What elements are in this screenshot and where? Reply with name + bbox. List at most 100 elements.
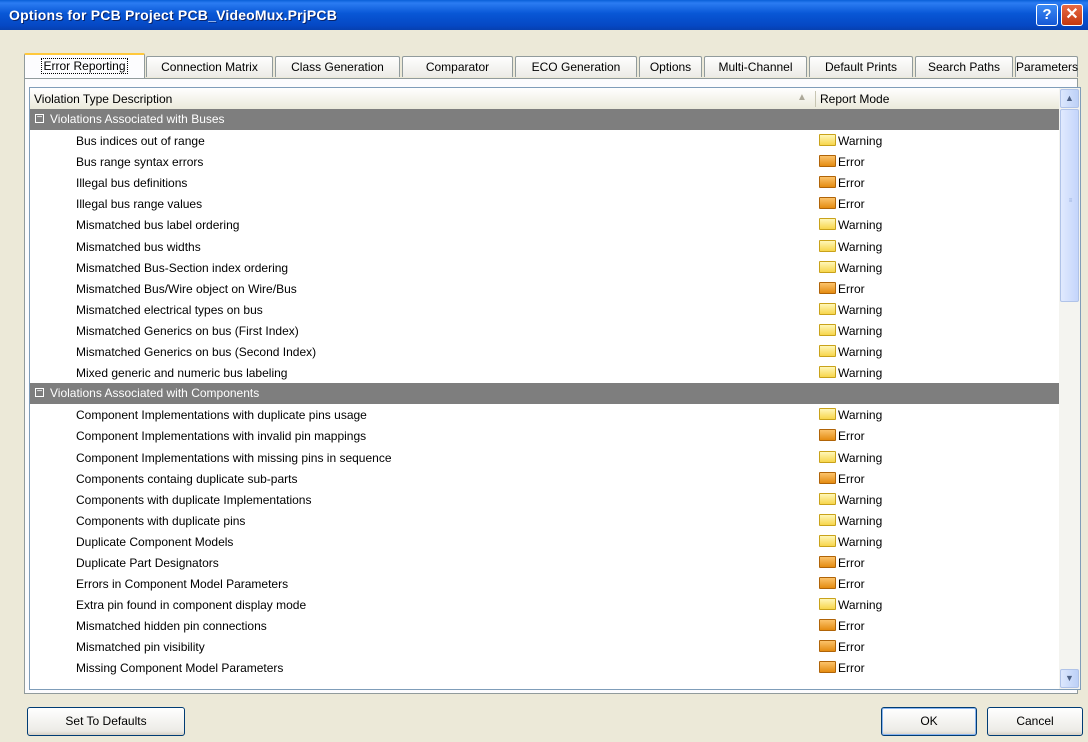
tab-search-paths[interactable]: Search Paths <box>915 56 1013 77</box>
violation-row[interactable]: Mismatched electrical types on bus Warnin… <box>30 299 1059 320</box>
cancel-button[interactable]: Cancel <box>987 707 1083 736</box>
scroll-down-button[interactable]: ▼ <box>1060 669 1079 688</box>
report-mode-cell[interactable]: Warning <box>819 450 882 465</box>
ok-button[interactable]: OK <box>881 707 977 736</box>
violation-row[interactable]: Missing Component Model Parameters Error <box>30 657 1059 678</box>
violation-row[interactable]: Component Implementations with missing p… <box>30 447 1059 468</box>
scroll-up-button[interactable]: ▲ <box>1060 89 1079 108</box>
tab-options[interactable]: Options <box>639 56 702 77</box>
tab-eco-generation[interactable]: ECO Generation <box>515 56 637 77</box>
tab-label: Comparator <box>425 60 490 74</box>
violation-row[interactable]: Illegal bus definitions Error <box>30 172 1059 193</box>
column-divider[interactable] <box>815 91 816 107</box>
violation-description: Component Implementations with duplicate… <box>76 408 367 423</box>
column-header-report-mode[interactable]: Report Mode <box>820 92 889 106</box>
tab-connection-matrix[interactable]: Connection Matrix <box>146 56 273 77</box>
folder-icon <box>819 281 836 294</box>
violation-row[interactable]: Mismatched Bus/Wire object on Wire/Bus Er… <box>30 278 1059 299</box>
folder-icon <box>819 197 836 210</box>
violation-row[interactable]: Bus indices out of range Warning <box>30 130 1059 151</box>
violation-row[interactable]: Errors in Component Model Parameters Erro… <box>30 573 1059 594</box>
scroll-thumb[interactable]: ≡ <box>1060 109 1079 302</box>
report-mode-cell[interactable]: Warning <box>819 534 882 549</box>
close-button[interactable]: ✕ <box>1061 4 1083 26</box>
vertical-scrollbar[interactable]: ▲ ≡ ▼ <box>1059 88 1080 689</box>
violation-description: Mismatched bus widths <box>76 239 201 254</box>
folder-icon <box>819 345 836 358</box>
report-mode-label: Error <box>838 640 865 655</box>
violation-description: Missing Component Model Parameters <box>76 661 284 676</box>
violation-row[interactable]: Duplicate Component Models Warning <box>30 531 1059 552</box>
violation-row[interactable]: Mismatched bus widths Warning <box>30 236 1059 257</box>
violation-row[interactable]: Mismatched pin visibility Error <box>30 636 1059 657</box>
report-mode-cell[interactable]: Warning <box>819 302 882 317</box>
help-button[interactable]: ? <box>1036 4 1058 26</box>
folder-icon <box>819 577 836 590</box>
report-mode-cell[interactable]: Error <box>819 197 865 211</box>
folder-icon <box>819 408 836 421</box>
violation-row[interactable]: Mismatched Generics on bus (First Index)… <box>30 320 1059 341</box>
group-row[interactable]: − Violations Associated with Buses <box>30 109 1059 131</box>
folder-icon <box>819 155 836 168</box>
column-header-description[interactable]: Violation Type Description <box>34 92 172 106</box>
violation-description: Mismatched bus label ordering <box>76 218 240 233</box>
report-mode-cell[interactable]: Warning <box>819 323 882 338</box>
collapse-icon[interactable]: − <box>35 387 44 398</box>
set-to-defaults-button[interactable]: Set To Defaults <box>27 707 185 736</box>
report-mode-cell[interactable]: Warning <box>819 218 882 232</box>
violation-row[interactable]: Component Implementations with duplicate… <box>30 404 1059 425</box>
report-mode-cell[interactable]: Error <box>819 619 865 633</box>
violation-description: Mixed generic and numeric bus labeling <box>76 366 288 381</box>
report-mode-cell[interactable]: Error <box>819 155 865 169</box>
report-mode-cell[interactable]: Error <box>819 429 865 443</box>
report-mode-cell[interactable]: Warning <box>819 239 882 254</box>
violation-row[interactable]: Mismatched hidden pin connections Error <box>30 615 1059 636</box>
tab-default-prints[interactable]: Default Prints <box>809 56 913 77</box>
violation-row[interactable]: Components with duplicate pins Warning <box>30 510 1059 531</box>
violation-row[interactable]: Extra pin found in component display mod… <box>30 594 1059 615</box>
violation-row[interactable]: Components containg duplicate sub-parts E… <box>30 468 1059 489</box>
violation-description: Bus indices out of range <box>76 134 205 149</box>
violation-row[interactable]: Bus range syntax errors Error <box>30 151 1059 172</box>
report-mode-cell[interactable]: Warning <box>819 260 882 275</box>
violation-row[interactable]: Mismatched Generics on bus (Second Index… <box>30 341 1059 362</box>
tab-label: Options <box>649 60 692 74</box>
close-icon: ✕ <box>1065 6 1079 23</box>
violation-row[interactable]: Component Implementations with invalid p… <box>30 425 1059 446</box>
report-mode-cell[interactable]: Warning <box>819 598 882 612</box>
report-mode-cell[interactable]: Warning <box>819 492 882 507</box>
group-row[interactable]: − Violations Associated with Components <box>30 383 1059 405</box>
report-mode-cell[interactable]: Warning <box>819 513 882 528</box>
violation-description: Extra pin found in component display mod… <box>76 598 307 613</box>
report-mode-cell[interactable]: Warning <box>819 366 882 380</box>
tab-comparator[interactable]: Comparator <box>402 56 513 77</box>
violation-row[interactable]: Mismatched bus label ordering Warning <box>30 214 1059 235</box>
tab-class-generation[interactable]: Class Generation <box>275 56 400 77</box>
report-mode-label: Error <box>838 155 865 170</box>
report-mode-cell[interactable]: Warning <box>819 408 882 422</box>
tab-error-reporting[interactable]: Error Reporting <box>24 53 145 78</box>
report-mode-cell[interactable]: Error <box>819 281 865 296</box>
violation-row[interactable]: Mismatched Bus-Section index ordering War… <box>30 257 1059 278</box>
report-mode-cell[interactable]: Error <box>819 577 865 591</box>
violation-row[interactable]: Mixed generic and numeric bus labeling Wa… <box>30 362 1059 383</box>
collapse-icon[interactable]: − <box>35 113 44 123</box>
report-mode-cell[interactable]: Error <box>819 176 865 190</box>
report-mode-cell[interactable]: Error <box>819 640 865 654</box>
tab-label: Class Generation <box>291 60 384 74</box>
report-mode-cell[interactable]: Error <box>819 661 865 675</box>
window-title: Options for PCB Project PCB_VideoMux.Prj… <box>9 7 338 23</box>
violation-row[interactable]: Duplicate Part Designators Error <box>30 552 1059 573</box>
violation-row[interactable]: Components with duplicate Implementation… <box>30 489 1059 510</box>
folder-icon <box>819 534 836 547</box>
report-mode-cell[interactable]: Error <box>819 555 865 570</box>
tab-parameters[interactable]: Parameters <box>1015 56 1078 77</box>
tab-multi-channel[interactable]: Multi-Channel <box>704 56 807 77</box>
violation-description: Mismatched pin visibility <box>76 640 205 655</box>
group-label: Violations Associated with Components <box>50 386 260 401</box>
violation-row[interactable]: Illegal bus range values Error <box>30 193 1059 214</box>
folder-icon <box>819 218 836 231</box>
report-mode-cell[interactable]: Warning <box>819 134 882 148</box>
report-mode-cell[interactable]: Warning <box>819 345 882 359</box>
report-mode-cell[interactable]: Error <box>819 471 865 486</box>
